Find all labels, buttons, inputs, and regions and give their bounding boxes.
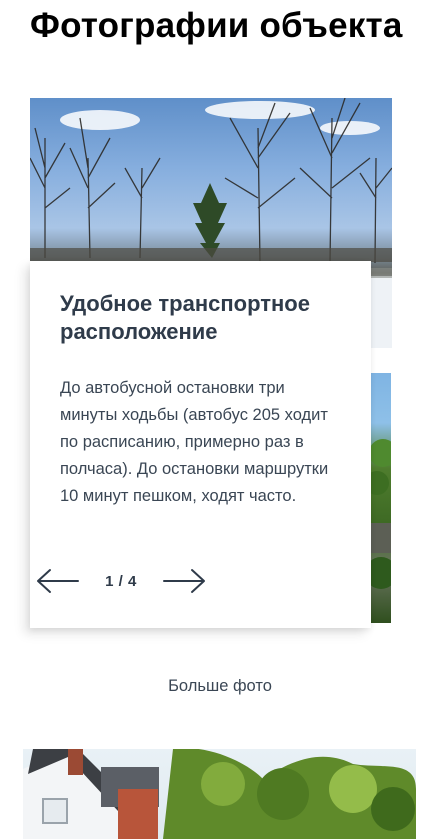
arrow-left-icon [37, 569, 79, 593]
greenery-image [371, 439, 391, 589]
more-photos-link[interactable]: Больше фото [0, 677, 440, 696]
prev-slide-button[interactable] [36, 566, 80, 596]
object-photo-summer[interactable] [371, 373, 391, 623]
object-photo-house[interactable] [23, 749, 416, 839]
slide-counter: 1 / 4 [105, 572, 137, 590]
arrow-right-icon [163, 569, 205, 593]
next-slide-button[interactable] [162, 566, 206, 596]
house-image [23, 749, 416, 839]
slider-navigation: 1 / 4 [36, 566, 206, 596]
slide-title: Удобное транспортное расположение [60, 291, 310, 344]
page-title: Фотографии объекта [30, 6, 403, 45]
slide-description: До автобусной остановки три минуты ходьб… [60, 379, 329, 505]
